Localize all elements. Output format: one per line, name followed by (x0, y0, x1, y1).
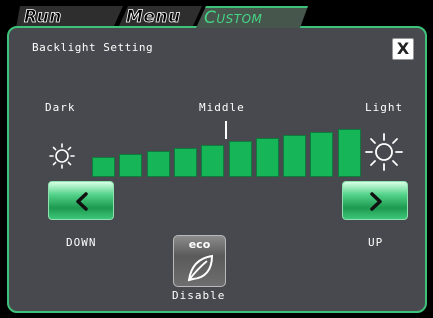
level-bar-8[interactable] (283, 135, 307, 177)
close-icon: X (396, 39, 410, 58)
tab-run-screen[interactable]: Run screen (16, 6, 123, 28)
up-button[interactable] (342, 181, 408, 220)
middle-marker (225, 121, 227, 139)
middle-label: Middle (199, 101, 245, 114)
level-bar-6[interactable] (228, 141, 252, 177)
chevron-right-icon (370, 192, 382, 211)
level-bar-5[interactable] (201, 144, 225, 177)
dialog-title: Backlight Setting (32, 41, 154, 54)
tab-custom[interactable]: Custom (196, 6, 308, 28)
dark-label: Dark (45, 101, 76, 114)
level-bar-7[interactable] (255, 138, 279, 177)
eco-mode-button[interactable]: eco (173, 235, 226, 287)
eco-badge: eco (188, 238, 211, 251)
level-bar-2[interactable] (119, 153, 143, 177)
level-bar-1[interactable] (92, 157, 115, 177)
down-button[interactable] (48, 181, 114, 220)
tab-menu[interactable]: Menu (118, 6, 202, 28)
level-bar-10[interactable] (337, 129, 361, 177)
tab-menu-label: Menu (126, 7, 181, 27)
light-label: Light (365, 101, 404, 114)
close-button[interactable]: X (392, 38, 414, 60)
chevron-left-icon (76, 192, 88, 211)
tab-custom-label: Custom (204, 8, 263, 28)
eco-status-label: Disable (172, 289, 226, 302)
down-label: DOWN (66, 236, 97, 249)
level-bar-4[interactable] (173, 147, 197, 177)
eco-leaf-icon (187, 254, 214, 282)
level-bar-9[interactable] (310, 132, 334, 177)
sun-bright-icon (365, 133, 403, 171)
level-bar-3[interactable] (146, 150, 170, 177)
sun-dim-icon (49, 143, 75, 169)
up-label: UP (368, 236, 384, 249)
